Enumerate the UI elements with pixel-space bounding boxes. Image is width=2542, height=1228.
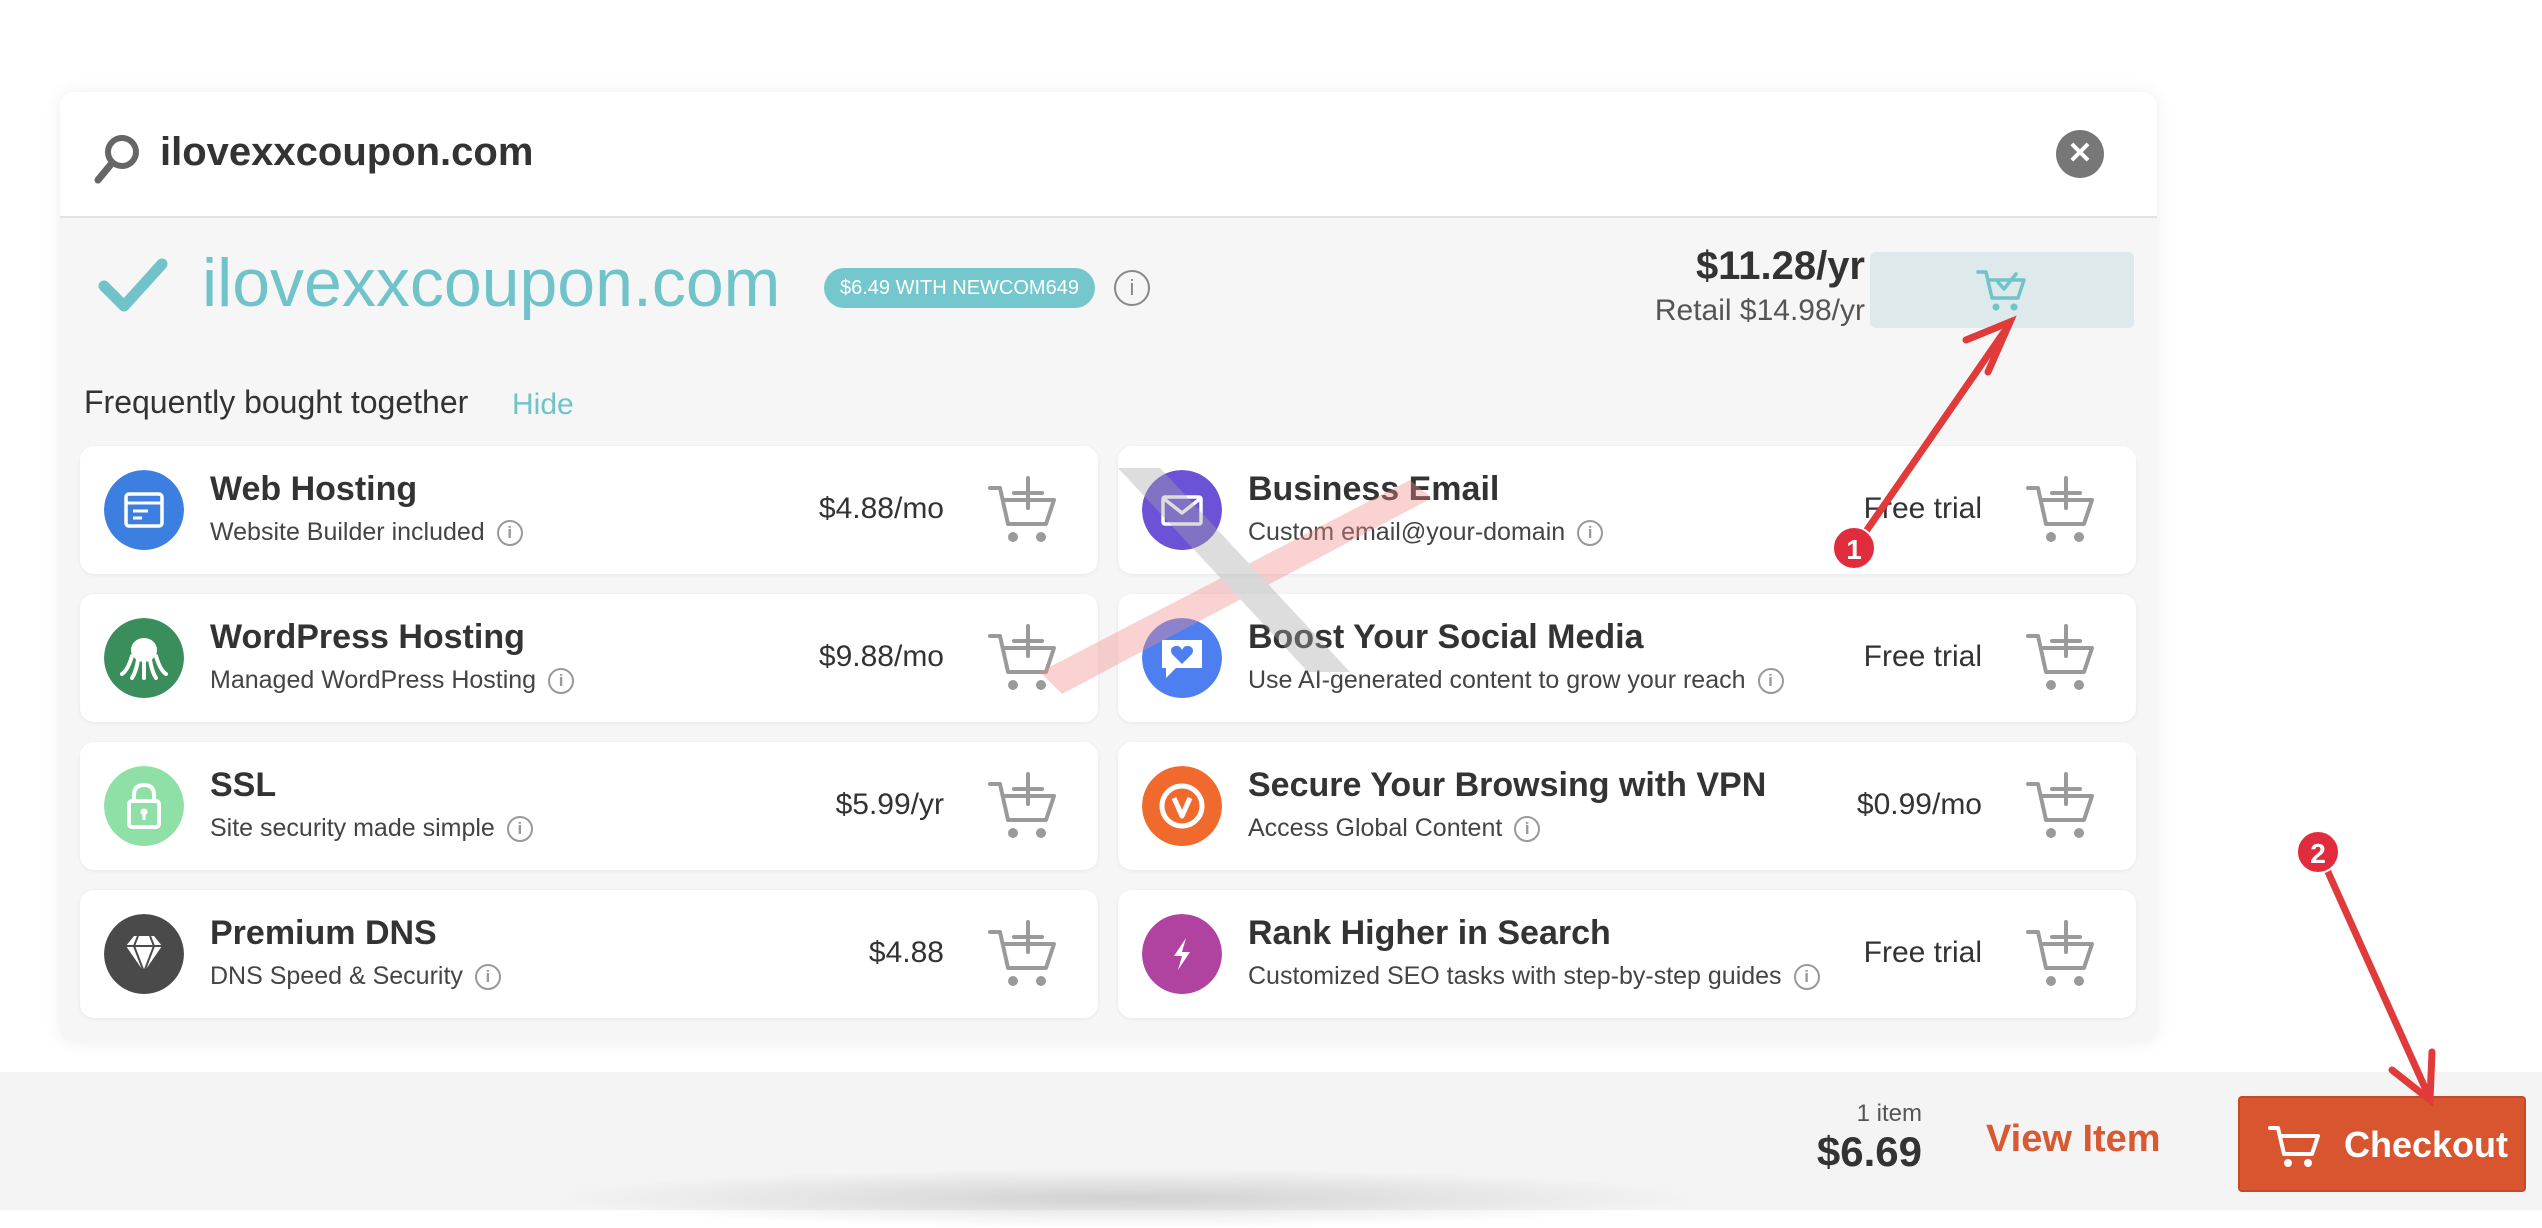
web-hosting-icon: [104, 470, 184, 550]
promo-badge: $6.49 WITH NEWCOM649: [824, 268, 1095, 308]
info-icon[interactable]: i: [474, 964, 501, 991]
product-subtitle: Site security made simple i: [210, 814, 533, 843]
result-domain-name: ilovexxcoupon.com: [202, 245, 781, 321]
product-title: Boost Your Social Media: [1248, 618, 1644, 656]
product-price: $5.99/yr: [835, 788, 944, 821]
product-title: Premium DNS: [210, 914, 437, 952]
add-to-cart-icon[interactable]: [988, 476, 1058, 546]
lightning-icon: [1142, 914, 1222, 994]
cart-icon: [2268, 1126, 2320, 1167]
product-price: Free trial: [1863, 936, 1982, 969]
product-card-social-media[interactable]: Boost Your Social Media Use AI-generated…: [1118, 594, 2136, 722]
info-icon[interactable]: i: [1577, 520, 1604, 547]
result-price: $11.28/yr: [1695, 244, 1865, 288]
product-title: Rank Higher in Search: [1248, 914, 1611, 952]
clear-search-button[interactable]: ✕: [2056, 130, 2104, 178]
add-to-cart-icon[interactable]: [2026, 920, 2096, 990]
product-card-seo[interactable]: Rank Higher in Search Customized SEO tas…: [1118, 890, 2136, 1018]
result-added-to-cart-button[interactable]: [1870, 252, 2134, 328]
product-card-business-email[interactable]: Business Email Custom email@your-domain i…: [1118, 446, 2136, 574]
close-icon: ✕: [2067, 137, 2093, 170]
checkout-label: Checkout: [2344, 1124, 2509, 1165]
footer-shadow: [540, 1168, 1710, 1228]
product-card-premium-dns[interactable]: Premium DNS DNS Speed & Security i $4.88: [80, 890, 1098, 1018]
search-icon: [94, 135, 139, 184]
add-to-cart-icon[interactable]: [988, 772, 1058, 842]
product-price: $0.99/mo: [1856, 788, 1982, 821]
annotation-marker-1: 1: [1832, 526, 1876, 570]
view-item-link[interactable]: View Item: [1986, 1118, 2161, 1161]
annotation-arrow-2: [2324, 868, 2436, 1107]
product-title: SSL: [210, 766, 277, 804]
info-icon[interactable]: i: [496, 520, 523, 547]
result-retail-price: Retail $14.98/yr: [1654, 294, 1865, 327]
product-subtitle: Access Global Content i: [1248, 814, 1541, 843]
add-to-cart-icon[interactable]: [988, 624, 1058, 694]
hide-link[interactable]: Hide: [512, 388, 574, 422]
checkmark-icon: [98, 258, 168, 312]
product-title: WordPress Hosting: [210, 618, 525, 656]
add-to-cart-icon[interactable]: [2026, 476, 2096, 546]
product-subtitle: Use AI-generated content to grow your re…: [1248, 666, 1784, 695]
info-icon[interactable]: i: [1793, 964, 1820, 991]
heart-chat-icon: [1142, 618, 1222, 698]
product-card-web-hosting[interactable]: Web Hosting Website Builder included i $4…: [80, 446, 1098, 574]
product-subtitle: DNS Speed & Security i: [210, 962, 501, 991]
info-icon[interactable]: i: [1757, 668, 1784, 695]
product-card-ssl[interactable]: SSL Site security made simple i $5.99/yr: [80, 742, 1098, 870]
add-to-cart-icon[interactable]: [2026, 624, 2096, 694]
product-price: $4.88/mo: [818, 492, 944, 525]
vpn-icon: [1142, 766, 1222, 846]
product-subtitle: Customized SEO tasks with step-by-step g…: [1248, 962, 1820, 991]
info-icon[interactable]: i: [548, 668, 575, 695]
product-subtitle: Custom email@your-domain i: [1248, 518, 1604, 547]
info-icon[interactable]: i: [1114, 270, 1150, 306]
product-price: Free trial: [1863, 640, 1982, 673]
product-title: Web Hosting: [210, 470, 418, 508]
product-subtitle: Website Builder included i: [210, 518, 523, 547]
product-card-wordpress-hosting[interactable]: WordPress Hosting Managed WordPress Host…: [80, 594, 1098, 722]
info-icon[interactable]: i: [1514, 816, 1541, 843]
search-input[interactable]: ilovexxcoupon.com: [160, 130, 533, 175]
cart-item-count: 1 item: [1856, 1100, 1922, 1127]
cart-total: $6.69: [1816, 1128, 1922, 1175]
product-price: Free trial: [1863, 492, 1982, 525]
diamond-icon: [104, 914, 184, 994]
product-title: Business Email: [1248, 470, 1500, 508]
product-price: $9.88/mo: [818, 640, 944, 673]
info-icon[interactable]: i: [506, 816, 533, 843]
octopus-icon: [104, 618, 184, 698]
cart-added-icon: [1976, 270, 2026, 311]
product-title: Secure Your Browsing with VPN: [1248, 766, 1767, 804]
checkout-button[interactable]: Checkout: [2238, 1096, 2526, 1192]
frequently-bought-title: Frequently bought together: [84, 384, 469, 420]
product-subtitle: Managed WordPress Hosting i: [210, 666, 575, 695]
lock-icon: [104, 766, 184, 846]
search-bar[interactable]: ilovexxcoupon.com ✕: [60, 92, 2157, 218]
product-card-vpn[interactable]: Secure Your Browsing with VPN Access Glo…: [1118, 742, 2136, 870]
email-icon: [1142, 470, 1222, 550]
add-to-cart-icon[interactable]: [988, 920, 1058, 990]
add-to-cart-icon[interactable]: [2026, 772, 2096, 842]
product-price: $4.88: [868, 936, 944, 969]
annotation-marker-2: 2: [2296, 830, 2340, 874]
